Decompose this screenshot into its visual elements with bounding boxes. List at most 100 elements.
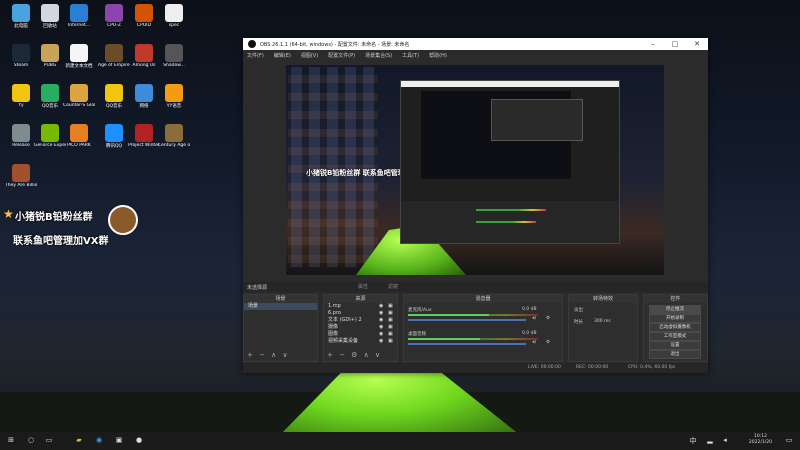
- nested-meter: [476, 221, 536, 223]
- banner-line-1: 小猪锐B铅粉丝群: [15, 212, 93, 223]
- task-view-icon[interactable]: ▭: [44, 436, 54, 446]
- scene-item[interactable]: 场景: [244, 303, 317, 310]
- source-item[interactable]: 图像 ◉ ▣: [324, 331, 397, 338]
- visibility-eye-icon[interactable]: ◉: [379, 303, 383, 310]
- lock-icon[interactable]: ▣: [388, 303, 393, 310]
- gear-icon[interactable]: ⚙: [546, 340, 550, 345]
- close-button[interactable]: ✕: [686, 40, 708, 48]
- volume-slider[interactable]: [408, 319, 526, 321]
- desktop-icon-label: Among Us: [132, 63, 156, 68]
- notification-icon[interactable]: ▭: [784, 436, 794, 446]
- properties-button[interactable]: 属性: [358, 283, 368, 290]
- app-icon: [41, 4, 59, 22]
- lock-icon[interactable]: ▣: [388, 338, 393, 345]
- control-button[interactable]: 启动虚拟摄像机: [649, 323, 701, 332]
- desktop-icon[interactable]: PICO PARK: [63, 124, 95, 158]
- app-icon: [12, 4, 30, 22]
- desktop-icon[interactable]: spec: [158, 4, 190, 38]
- lock-icon[interactable]: ▣: [388, 317, 393, 324]
- desktop-icon[interactable]: Counter-S Global Off...: [63, 84, 95, 118]
- desktop-icon[interactable]: 新建文本文档: [63, 44, 95, 78]
- desktop-icon[interactable]: CPUID: [128, 4, 160, 38]
- desktop-icon[interactable]: Release: [5, 124, 37, 158]
- desktop-icon[interactable]: 回收站: [34, 4, 66, 38]
- control-button[interactable]: 退出: [649, 350, 701, 359]
- control-button[interactable]: 停止推流: [649, 305, 701, 314]
- visibility-eye-icon[interactable]: ◉: [379, 324, 383, 331]
- visibility-eye-icon[interactable]: ◉: [379, 310, 383, 317]
- desktop-icon-label: 此电脑: [14, 24, 28, 29]
- desktop-icon[interactable]: Project Winter: [128, 124, 160, 158]
- lock-icon[interactable]: ▣: [388, 310, 393, 317]
- desktop-icon[interactable]: YY语音: [158, 84, 190, 118]
- scenes-dock-controls[interactable]: + − ∧ ∨: [247, 351, 290, 359]
- desktop-icon[interactable]: Age of Empires IV: [98, 44, 130, 78]
- input-language-indicator[interactable]: 中: [688, 436, 698, 446]
- volume-icon[interactable]: ◂: [720, 436, 730, 446]
- mixer-channel-name: 桌面音频: [408, 332, 426, 337]
- menu-item[interactable]: 配置文件(P): [328, 52, 355, 59]
- lock-icon[interactable]: ▣: [388, 324, 393, 331]
- start-button-icon[interactable]: ⊞: [6, 436, 16, 446]
- desktop-icon[interactable]: Century Age of Empires: [158, 124, 190, 158]
- menu-item[interactable]: 视图(V): [301, 52, 318, 59]
- transition-type[interactable]: 淡出: [574, 307, 583, 313]
- app-icon: [105, 124, 123, 142]
- mute-speaker-icon[interactable]: ◂): [532, 316, 536, 321]
- desktop-icon[interactable]: 腾讯QQ: [98, 124, 130, 158]
- desktop-icon[interactable]: CPU-Z: [98, 4, 130, 38]
- desktop-icon[interactable]: 此电脑: [5, 4, 37, 38]
- pinned-app-icon[interactable]: ▣: [114, 436, 124, 446]
- minimize-button[interactable]: –: [642, 40, 664, 48]
- desktop-icon[interactable]: 网络: [128, 84, 160, 118]
- desktop-icon[interactable]: Shadow...: [158, 44, 190, 78]
- source-item[interactable]: 文本 (GDI+) 2 ◉ ▣: [324, 317, 397, 324]
- file-explorer-icon[interactable]: ▰: [74, 436, 84, 446]
- gear-icon[interactable]: ⚙: [546, 316, 550, 321]
- source-item[interactable]: 6.pro ◉ ▣: [324, 310, 397, 317]
- control-button[interactable]: 开始录制: [649, 314, 701, 323]
- obs-titlebar[interactable]: OBS 26.1.1 (64-bit, windows) - 配置文件: 未命名…: [243, 38, 708, 50]
- transition-duration-input[interactable]: 300 ms: [594, 319, 611, 324]
- obs-preview[interactable]: 小猪锐B铅粉丝群 联系鱼吧管理加VX群: [286, 65, 664, 275]
- obs-logo-icon: [248, 40, 256, 48]
- desktop-icon-label: 网络: [139, 104, 149, 109]
- desktop-icon[interactable]: They Are Billions: [5, 164, 37, 198]
- network-icon[interactable]: ▂: [705, 436, 715, 446]
- edge-browser-icon[interactable]: ◉: [94, 436, 104, 446]
- desktop-icon[interactable]: QQ音乐: [98, 84, 130, 118]
- obs-window[interactable]: OBS 26.1.1 (64-bit, windows) - 配置文件: 未命名…: [243, 38, 708, 373]
- source-item[interactable]: 视频采集设备 ◉ ▣: [324, 338, 397, 345]
- visibility-eye-icon[interactable]: ◉: [379, 317, 383, 324]
- mute-speaker-icon[interactable]: ◂): [532, 340, 536, 345]
- desktop-icon[interactable]: PUBG: [34, 44, 66, 78]
- menu-item[interactable]: 文件(F): [247, 52, 264, 59]
- source-item[interactable]: 1.mp ◉ ▣: [324, 303, 397, 310]
- sources-list: 1.mp ◉ ▣ 6.pro ◉ ▣ 文本 (GDI+) 2 ◉ ▣ 摄像 ◉ ▣ 图像 ◉ ▣ 视频采集设备…: [324, 303, 397, 345]
- visibility-eye-icon[interactable]: ◉: [379, 331, 383, 338]
- desktop-icon-label: PICO PARK: [67, 143, 91, 148]
- control-button[interactable]: 设置: [649, 341, 701, 350]
- maximize-button[interactable]: □: [664, 40, 686, 48]
- desktop-icon[interactable]: GeForce Experience: [34, 124, 66, 158]
- menu-item[interactable]: 场景集合(S): [365, 52, 392, 59]
- lock-icon[interactable]: ▣: [388, 331, 393, 338]
- desktop-icon[interactable]: QQ音乐: [34, 84, 66, 118]
- source-item[interactable]: 摄像 ◉ ▣: [324, 324, 397, 331]
- system-clock[interactable]: 10:12 2022/1/20: [749, 434, 772, 446]
- volume-slider[interactable]: [408, 343, 526, 345]
- desktop-icon[interactable]: Steam: [5, 44, 37, 78]
- control-button[interactable]: 工作室模式: [649, 332, 701, 341]
- filters-button[interactable]: 滤镜: [388, 283, 398, 290]
- desktop-icon[interactable]: Among Us: [128, 44, 160, 78]
- obs-taskbar-icon[interactable]: ●: [134, 436, 144, 446]
- menu-item[interactable]: 帮助(H): [429, 52, 447, 59]
- desktop-icon[interactable]: Yy: [5, 84, 37, 118]
- visibility-eye-icon[interactable]: ◉: [379, 338, 383, 345]
- menu-item[interactable]: 工具(T): [402, 52, 419, 59]
- desktop-icon[interactable]: Internet...: [63, 4, 95, 38]
- mixer-channel-db: 0.0 dB: [522, 331, 537, 336]
- search-icon[interactable]: ○: [26, 436, 36, 446]
- sources-dock-controls[interactable]: + − ⚙ ∧ ∨: [327, 351, 382, 359]
- menu-item[interactable]: 编辑(E): [274, 52, 291, 59]
